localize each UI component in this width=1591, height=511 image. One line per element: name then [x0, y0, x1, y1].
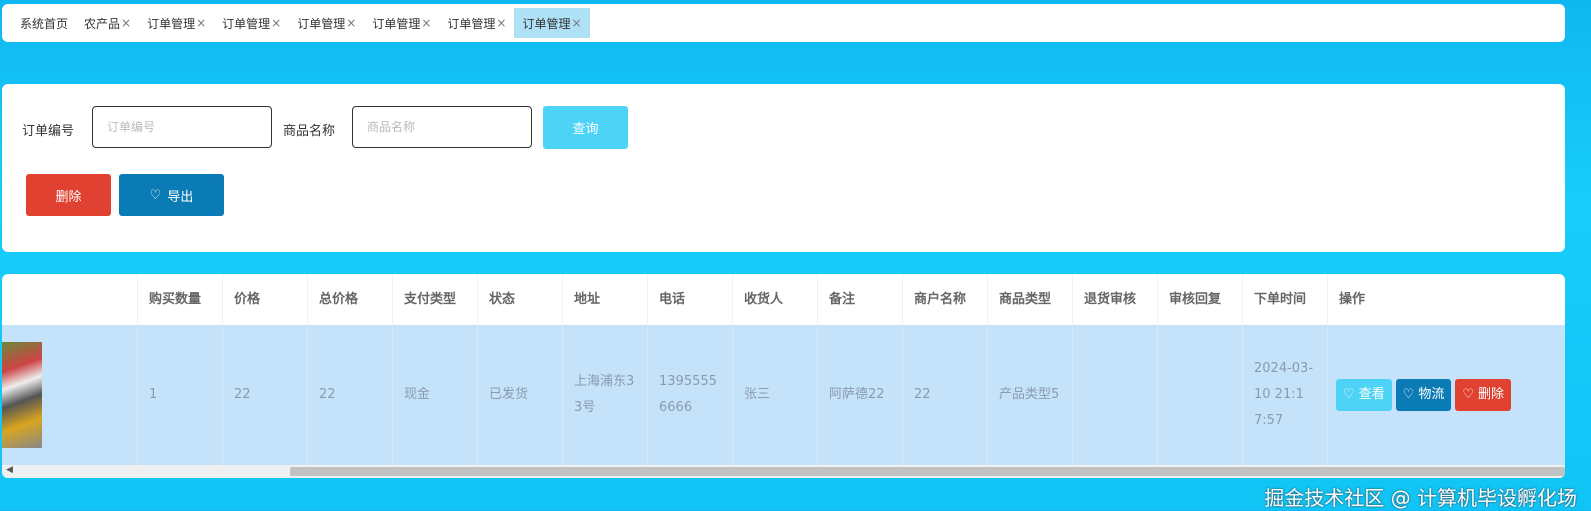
close-icon[interactable]: × — [346, 16, 356, 30]
close-icon[interactable]: × — [496, 16, 506, 30]
tab-7[interactable]: 订单管理 × — [514, 8, 590, 38]
close-icon[interactable]: × — [572, 16, 582, 30]
row-delete-button[interactable]: ♡ 删除 — [1455, 379, 1512, 411]
export-label: 导出 — [167, 189, 194, 205]
column-header: 商户名称 — [902, 274, 987, 325]
scroll-left-icon[interactable]: ◀ — [6, 465, 13, 475]
cell-value: 已发货 — [489, 387, 529, 402]
close-icon[interactable]: × — [421, 16, 431, 30]
cell-return_audit — [1072, 325, 1157, 465]
tab-2[interactable]: 订单管理 × — [139, 8, 214, 38]
query-button[interactable]: 查询 — [543, 106, 628, 149]
horizontal-scrollbar[interactable]: ◀ — [2, 465, 1565, 478]
query-label: 查询 — [572, 122, 599, 137]
cell-actions: ♡ 查看 ♡ 物流 ♡ 删除 — [1327, 325, 1565, 465]
heart-icon: ♡ — [1402, 387, 1415, 402]
close-icon[interactable]: × — [271, 16, 281, 30]
tab-3[interactable]: 订单管理 × — [214, 8, 289, 38]
tab-label: 农产品 — [84, 16, 121, 31]
cell-value: 22 — [914, 387, 931, 402]
column-header: 购买数量 — [137, 274, 222, 325]
column-header: 审核回复 — [1157, 274, 1242, 325]
table-header: 购买数量 价格 总价格 支付类型 状态 地址 电话 收货人 备注 商户名称 商品类型 退货审核 审核回复… — [2, 274, 1565, 325]
action-label: 查看 — [1358, 387, 1385, 402]
tab-0[interactable]: 系统首页 — [12, 8, 76, 38]
cell-value: 阿萨德22 — [829, 387, 885, 402]
cell-audit_reply — [1157, 325, 1242, 465]
tab-label: 订单管理 — [447, 16, 496, 31]
product-name-input[interactable] — [352, 106, 532, 148]
tab-label: 系统首页 — [20, 16, 69, 31]
orders-table: 购买数量 价格 总价格 支付类型 状态 地址 电话 收货人 备注 商户名称 商品类型 退货审核 审核回复… — [2, 274, 1565, 478]
cell-phone: 13955556666 — [647, 325, 732, 465]
cell-type: 产品类型5 — [987, 325, 1072, 465]
cell-value: 13955556666 — [659, 374, 717, 415]
tab-4[interactable]: 订单管理 × — [289, 8, 364, 38]
product-image — [2, 342, 42, 448]
close-icon[interactable]: × — [196, 16, 206, 30]
tab-5[interactable]: 订单管理 × — [364, 8, 439, 38]
heart-icon: ♡ — [149, 187, 162, 203]
column-header: 地址 — [562, 274, 647, 325]
delete-label: 删除 — [55, 189, 82, 205]
cell-value: 2024-03-10 21:17:57 — [1254, 361, 1314, 428]
tab-label: 订单管理 — [222, 16, 271, 31]
cell-receiver: 张三 — [732, 325, 817, 465]
cell-pay: 现金 — [392, 325, 477, 465]
column-header: 商品类型 — [987, 274, 1072, 325]
cell-value: 产品类型5 — [999, 387, 1060, 402]
column-header: 退货审核 — [1072, 274, 1157, 325]
action-label: 删除 — [1478, 387, 1505, 402]
column-header: 下单时间 — [1242, 274, 1327, 325]
cell-value: 上海浦东33号 — [574, 374, 635, 415]
cell-merchant: 22 — [902, 325, 987, 465]
export-button[interactable]: ♡ 导出 — [119, 174, 224, 216]
cell-value: 22 — [319, 387, 336, 402]
cell-value: 22 — [234, 387, 251, 402]
cell-status: 已发货 — [477, 325, 562, 465]
column-header: 状态 — [477, 274, 562, 325]
logistics-button[interactable]: ♡ 物流 — [1395, 379, 1452, 411]
heart-icon: ♡ — [1462, 387, 1474, 402]
delete-button[interactable]: 删除 — [26, 174, 111, 216]
cell-time: 2024-03-10 21:17:57 — [1242, 325, 1327, 465]
tab-label: 订单管理 — [372, 16, 421, 31]
tab-1[interactable]: 农产品 × — [76, 8, 139, 38]
action-label: 物流 — [1418, 387, 1445, 402]
cell-qty: 1 — [137, 325, 222, 465]
watermark: 掘金技术社区 @ 计算机毕设孵化场 — [1264, 486, 1577, 510]
tab-label: 订单管理 — [147, 16, 196, 31]
column-header: 备注 — [817, 274, 902, 325]
view-button[interactable]: ♡ 查看 — [1336, 379, 1392, 411]
product-thumbnail — [2, 325, 137, 465]
order-no-input[interactable] — [92, 106, 272, 148]
column-header: 总价格 — [307, 274, 392, 325]
tab-bar: 系统首页 农产品 × 订单管理 × 订单管理 × 订单管理 × 订单管理 × 订单管理 × 订单管理 × — [2, 4, 1565, 42]
column-header: 价格 — [222, 274, 307, 325]
cell-value: 现金 — [404, 387, 431, 402]
product-name-label: 商品名称 — [283, 124, 336, 139]
cell-price: 22 — [222, 325, 307, 465]
tab-label: 订单管理 — [522, 16, 571, 31]
cell-remark: 阿萨德22 — [817, 325, 902, 465]
search-panel: 订单编号 商品名称 查询 删除 ♡ 导出 — [2, 84, 1565, 252]
cell-total: 22 — [307, 325, 392, 465]
column-header: 操作 — [1327, 274, 1565, 325]
tab-6[interactable]: 订单管理 × — [439, 8, 514, 38]
tab-label: 订单管理 — [297, 16, 346, 31]
order-no-label: 订单编号 — [22, 124, 75, 139]
column-header: 支付类型 — [392, 274, 477, 325]
cell-value: 张三 — [744, 387, 771, 402]
column-header — [2, 274, 137, 325]
heart-icon: ♡ — [1343, 387, 1355, 402]
cell-address: 上海浦东33号 — [562, 325, 647, 465]
scrollbar-thumb[interactable] — [290, 467, 1565, 476]
column-header: 电话 — [647, 274, 732, 325]
cell-value: 1 — [149, 387, 158, 402]
table-row[interactable]: 1 22 22 现金 已发货 上海浦东33号 13955556666 张三 阿萨德22 22 产品类… — [2, 325, 1565, 465]
column-header: 收货人 — [732, 274, 817, 325]
close-icon[interactable]: × — [121, 16, 131, 30]
